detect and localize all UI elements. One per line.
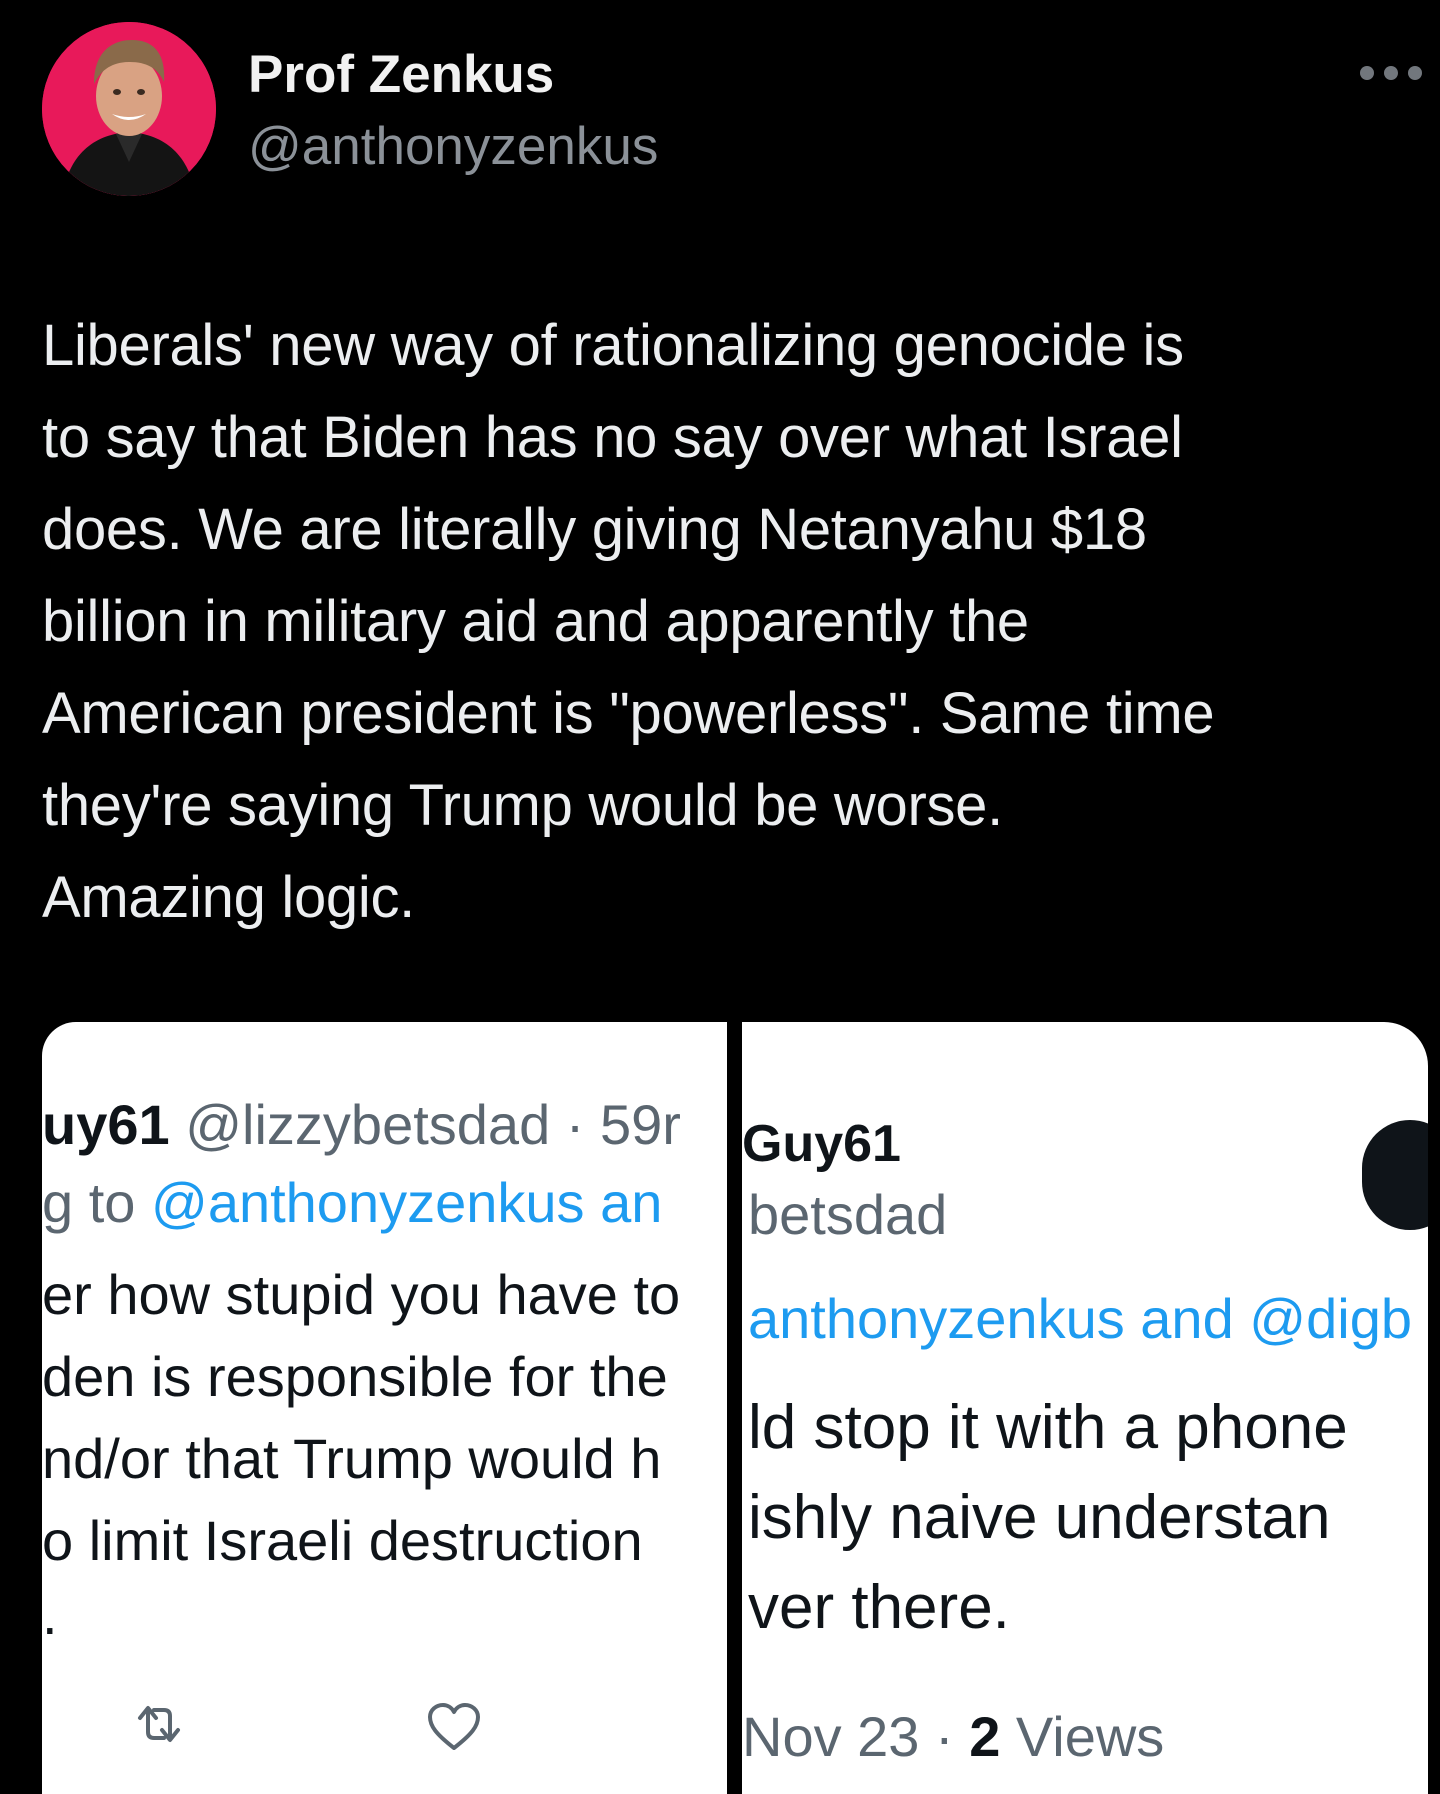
reply-handle-time: @lizzybetsdad · 59r: [185, 1093, 681, 1156]
tweet-media[interactable]: uy61 @lizzybetsdad · 59r g to @anthonyze…: [42, 1022, 1428, 1794]
tweet-line: does. We are literally giving Netanyahu …: [42, 497, 1147, 562]
panel-divider: [727, 1022, 742, 1794]
author-avatar[interactable]: [42, 22, 216, 196]
author-handle[interactable]: @anthonyzenkus: [248, 116, 658, 177]
reply-body-line: nd/or that Trump would h: [42, 1427, 662, 1490]
tweet-line: Amazing logic.: [42, 865, 415, 930]
tweet-header: Prof Zenkus @anthonyzenkus: [0, 0, 1440, 240]
reply-body-line: ver there.: [748, 1573, 1010, 1642]
tweet-line: billion in military aid and apparently t…: [42, 589, 1029, 654]
reply-author-name: Guy61: [742, 1115, 901, 1173]
views-count: 2: [969, 1705, 1001, 1768]
follow-button[interactable]: [1362, 1120, 1428, 1230]
dot: [1384, 66, 1398, 80]
reply-body-line: er how stupid you have to: [42, 1263, 681, 1326]
reply-body-line: den is responsible for the: [42, 1345, 668, 1408]
dot: [1360, 66, 1374, 80]
screenshot-right: Guy61 betsdad anthonyzenkus and @digb ld…: [742, 1022, 1428, 1794]
retweet-icon[interactable]: [134, 1702, 184, 1746]
avatar-photo: [42, 22, 216, 196]
tweet-text: Liberals' new way of rationalizing genoc…: [42, 300, 1422, 944]
tweet-line: Liberals' new way of rationalizing genoc…: [42, 313, 1184, 378]
dot: [1408, 66, 1422, 80]
reply-date: Nov 23 ·: [742, 1705, 970, 1768]
replying-to-mention: @anthonyzenkus an: [150, 1171, 663, 1234]
replying-to-label: g to: [42, 1171, 151, 1234]
more-icon[interactable]: [1360, 60, 1422, 86]
reply-body-line: ld stop it with a phone: [748, 1393, 1348, 1462]
tweet-line: to say that Biden has no say over what I…: [42, 405, 1183, 470]
reply-body-line: o limit Israeli destruction: [42, 1509, 643, 1572]
tweet-line: American president is "powerless". Same …: [42, 681, 1215, 746]
reply-header: uy61 @lizzybetsdad · 59r: [42, 1092, 681, 1157]
views-label: Views: [1000, 1705, 1165, 1768]
reply-handle: betsdad: [748, 1183, 948, 1246]
screenshot-left: uy61 @lizzybetsdad · 59r g to @anthonyze…: [42, 1022, 727, 1794]
replying-to: g to @anthonyzenkus an: [42, 1170, 662, 1235]
reply-author-name: uy61: [42, 1093, 170, 1156]
reply-body-line: .: [42, 1583, 58, 1646]
reply-body-line: ishly naive understan: [748, 1483, 1331, 1552]
author-display-name[interactable]: Prof Zenkus: [248, 44, 554, 105]
replying-to-mention: anthonyzenkus and @digb: [748, 1287, 1412, 1350]
reply-meta: Nov 23 · 2 Views: [742, 1704, 1164, 1769]
tweet-line: they're saying Trump would be worse.: [42, 773, 1003, 838]
like-icon[interactable]: [426, 1702, 482, 1752]
